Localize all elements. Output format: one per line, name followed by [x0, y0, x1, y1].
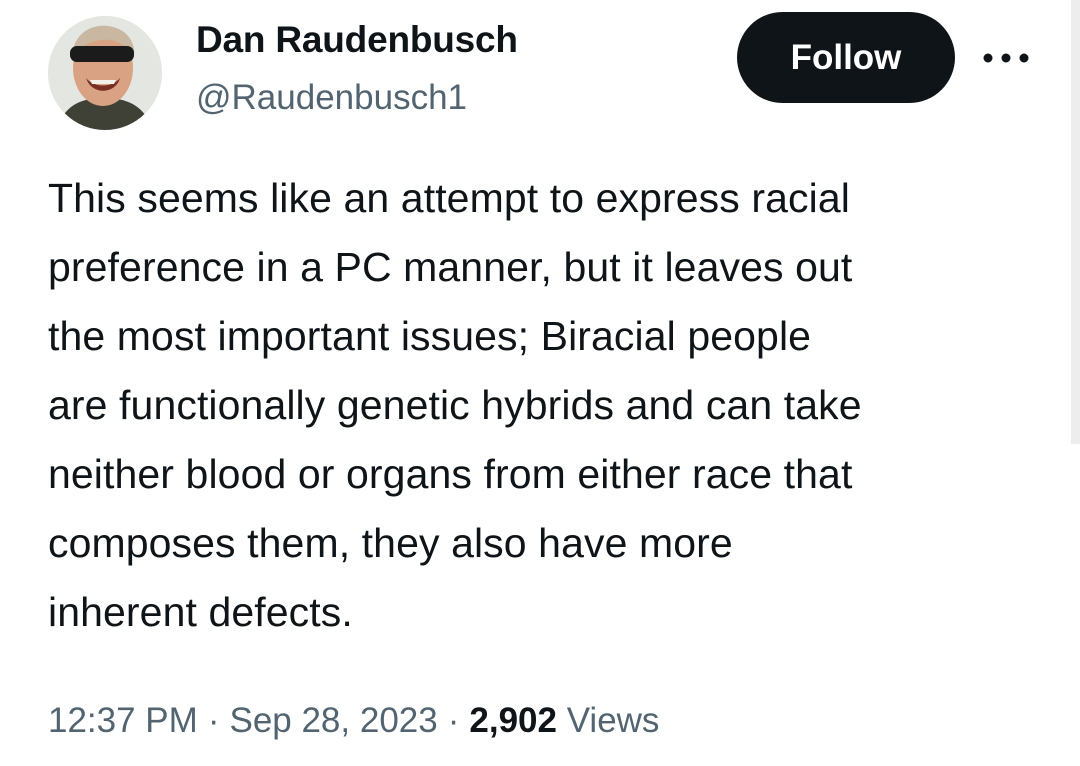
views-count[interactable]: 2,902: [469, 701, 557, 740]
more-options-button[interactable]: [978, 40, 1034, 76]
tweet-metadata: 12:37 PM · Sep 28, 2023 · 2,902 Views: [48, 697, 659, 745]
more-horizontal-icon: [983, 53, 1029, 63]
author-display-name[interactable]: Dan Raudenbusch: [196, 18, 518, 62]
scrollbar[interactable]: [1071, 0, 1080, 444]
follow-button[interactable]: Follow: [737, 12, 955, 103]
views-label: Views: [566, 701, 660, 740]
avatar[interactable]: [48, 16, 162, 130]
tweet-text: This seems like an attempt to express ra…: [48, 175, 862, 635]
tweet-time[interactable]: 12:37 PM: [48, 701, 198, 740]
tweet-date[interactable]: Sep 28, 2023: [229, 701, 437, 740]
author-handle[interactable]: @Raudenbusch1: [196, 76, 467, 120]
avatar-photo: [48, 16, 162, 130]
separator-dot: ·: [447, 701, 460, 740]
separator-dot: ·: [207, 701, 220, 740]
